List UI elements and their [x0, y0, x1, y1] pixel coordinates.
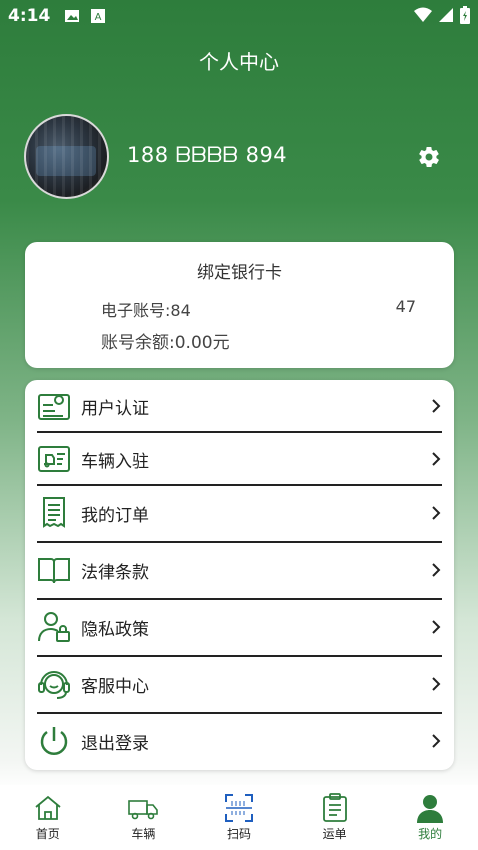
scan-icon: [224, 794, 253, 822]
tab-label: 运单: [322, 827, 347, 841]
person-icon: [417, 795, 444, 823]
book-icon: [38, 558, 70, 584]
receipt-icon: [43, 497, 65, 528]
home-icon: [35, 795, 61, 820]
menu-label: 我的订单: [81, 505, 149, 526]
menu-label: 退出登录: [81, 733, 149, 754]
tab-scan[interactable]: 扫码: [204, 785, 274, 842]
divider: [37, 598, 442, 600]
menu-item-my-orders[interactable]: 我的订单: [37, 487, 442, 539]
wifi-icon: [414, 7, 432, 22]
bank-card-panel[interactable]: 绑定银行卡 电子账号:84 47 账号余额:0.00元: [25, 242, 454, 368]
phone-number: 188 ᗷᗷᗷᗷ 894: [127, 143, 288, 167]
menu-list: 用户认证 车辆入驻 我的订单 法律条款 隐私政策 客服中心 退出登录: [25, 380, 454, 770]
menu-item-user-verification[interactable]: 用户认证: [37, 380, 442, 432]
account-number-tail: 47: [395, 297, 416, 316]
chevron-right-icon: [432, 452, 441, 466]
tab-mine[interactable]: 我的: [395, 785, 465, 842]
tab-vehicles[interactable]: 车辆: [108, 785, 178, 842]
menu-item-vehicle-registration[interactable]: 车辆入驻: [37, 433, 442, 485]
divider: [37, 541, 442, 543]
menu-item-customer-service[interactable]: 客服中心: [37, 658, 442, 710]
chevron-right-icon: [432, 620, 441, 634]
headset-icon: [38, 671, 70, 699]
divider: [37, 484, 442, 486]
bind-bank-card-title: 绑定银行卡: [197, 263, 282, 283]
chevron-right-icon: [432, 506, 441, 520]
menu-label: 客服中心: [81, 676, 149, 697]
settings-gear-icon[interactable]: [417, 145, 441, 169]
notification-app-icon: A: [91, 9, 106, 23]
account-balance: 账号余额:0.00元: [101, 333, 230, 353]
bottom-tab-bar: 首页 车辆 扫码 运单 我的: [0, 785, 478, 850]
user-lock-icon: [38, 612, 70, 642]
avatar[interactable]: [24, 114, 109, 199]
tab-waybill[interactable]: 运单: [300, 785, 370, 842]
menu-label: 隐私政策: [81, 619, 149, 640]
menu-label: 法律条款: [81, 562, 149, 583]
chevron-right-icon: [432, 734, 441, 748]
chevron-right-icon: [432, 563, 441, 577]
tab-label: 我的: [418, 827, 443, 841]
menu-item-logout[interactable]: 退出登录: [37, 715, 442, 767]
truck-icon: [128, 800, 159, 820]
tab-label: 首页: [35, 827, 60, 841]
menu-item-legal-terms[interactable]: 法律条款: [37, 544, 442, 596]
vehicle-license-icon: [38, 446, 70, 472]
chevron-right-icon: [432, 677, 441, 691]
page-title: 个人中心: [199, 50, 279, 74]
chevron-right-icon: [432, 399, 441, 413]
image-icon: [65, 10, 80, 22]
svg-text:A: A: [95, 12, 102, 23]
menu-label: 车辆入驻: [81, 451, 149, 472]
status-bar: 4:14 A: [0, 0, 478, 32]
tab-label: 车辆: [131, 827, 156, 841]
id-card-icon: [38, 394, 70, 420]
divider: [37, 655, 442, 657]
menu-item-privacy-policy[interactable]: 隐私政策: [37, 601, 442, 653]
menu-label: 用户认证: [81, 398, 149, 419]
divider: [37, 712, 442, 714]
signal-icon: [439, 8, 453, 22]
account-number-label: 电子账号:84: [101, 301, 191, 320]
power-icon: [40, 727, 68, 755]
battery-icon: [460, 6, 470, 24]
tab-label: 扫码: [226, 827, 251, 841]
clipboard-icon: [322, 793, 347, 822]
tab-home[interactable]: 首页: [13, 785, 83, 842]
status-time: 4:14: [8, 6, 51, 26]
